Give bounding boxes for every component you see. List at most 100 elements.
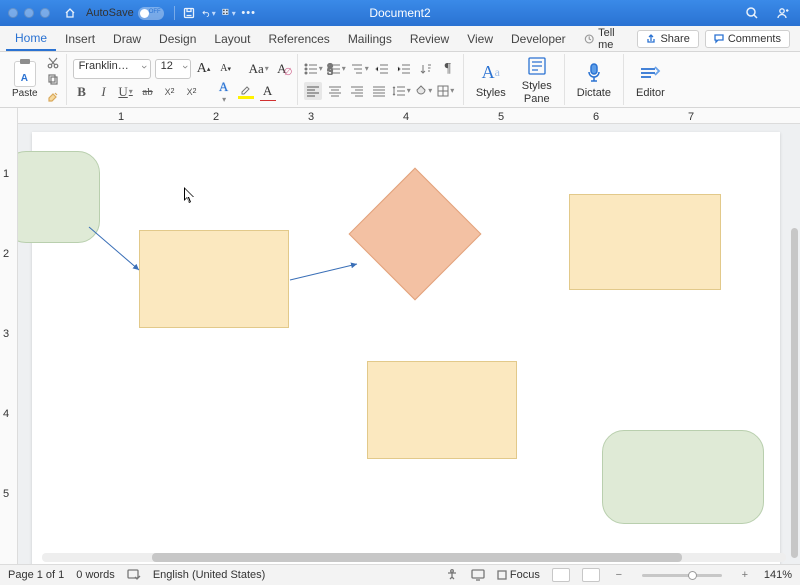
search-icon[interactable] [745, 6, 759, 20]
group-paragraph: ▾ 123▾ ▾ ¶ ▾ ▾ ▾ [298, 54, 464, 105]
shading-icon[interactable]: ▾ [415, 82, 433, 100]
separator [174, 6, 175, 20]
horizontal-scrollbar[interactable] [42, 553, 786, 562]
tab-design[interactable]: Design [150, 26, 205, 51]
underline-button[interactable]: U▾ [117, 83, 135, 101]
hruler-tick: 5 [498, 111, 504, 123]
tab-layout[interactable]: Layout [205, 26, 259, 51]
cut-icon[interactable] [46, 56, 60, 70]
accessibility-icon[interactable] [445, 568, 459, 582]
tell-me-label: Tell me [598, 27, 628, 51]
microphone-icon [585, 61, 603, 85]
qat-more-icon[interactable]: ••• [242, 6, 256, 20]
vruler-tick: 3 [3, 328, 9, 340]
decrease-indent-icon[interactable] [373, 60, 391, 78]
zoom-in-icon[interactable]: + [738, 568, 752, 582]
document-area[interactable]: 1 2 3 4 5 6 7 [18, 108, 800, 564]
line-spacing-icon[interactable]: ▾ [392, 82, 411, 100]
paste-button[interactable]: A Paste [12, 61, 38, 99]
hruler-tick: 2 [213, 111, 219, 123]
change-case-icon[interactable]: Aa▾ [249, 60, 269, 78]
titlebar: AutoSave OFF ▾ ▾ ••• Document2 [0, 0, 800, 26]
vertical-scrollbar[interactable] [791, 228, 798, 558]
font-color-icon[interactable]: A [259, 83, 277, 101]
align-center-icon[interactable] [326, 82, 344, 100]
page-status[interactable]: Page 1 of 1 [8, 569, 64, 581]
borders-icon[interactable]: ▾ [437, 82, 455, 100]
italic-button[interactable]: I [95, 83, 113, 101]
justify-icon[interactable] [370, 82, 388, 100]
dictate-button[interactable]: Dictate [571, 61, 617, 99]
share-button[interactable]: Share [637, 30, 698, 48]
styles-button[interactable]: Aa Styles [470, 61, 512, 99]
qat-grid-icon[interactable]: ▾ [222, 6, 236, 20]
zoom-thumb[interactable] [688, 571, 697, 580]
hscroll-thumb[interactable] [152, 553, 682, 562]
tell-me[interactable]: Tell me [575, 26, 638, 51]
clipboard-icon: A [14, 61, 36, 87]
spellcheck-icon[interactable] [127, 568, 141, 582]
undo-icon[interactable]: ▾ [202, 6, 216, 20]
horizontal-ruler[interactable]: 1 2 3 4 5 6 7 [18, 108, 800, 124]
editor-button[interactable]: Editor [630, 61, 671, 99]
display-settings-icon[interactable] [471, 568, 485, 582]
font-name-value: Franklin Go... [79, 60, 145, 72]
clear-formatting-icon[interactable]: A∅ [273, 60, 291, 78]
ribbon: A Paste Franklin Go... 12 A▴ A▾ Aa▾ A∅ B… [0, 52, 800, 108]
vertical-ruler[interactable]: 1 2 3 4 5 [0, 108, 18, 564]
bold-button[interactable]: B [73, 83, 91, 101]
autosave-toggle[interactable]: AutoSave OFF [86, 7, 164, 20]
paste-label: Paste [12, 88, 38, 99]
tab-mailings[interactable]: Mailings [339, 26, 401, 51]
zoom-window-icon[interactable] [40, 8, 50, 18]
multilevel-list-icon[interactable]: ▾ [350, 60, 369, 78]
show-marks-icon[interactable]: ¶ [439, 60, 457, 78]
hruler-tick: 3 [308, 111, 314, 123]
font-name-select[interactable]: Franklin Go... [73, 59, 151, 79]
page[interactable] [32, 132, 780, 564]
format-painter-icon[interactable] [46, 90, 60, 104]
align-left-icon[interactable] [304, 82, 322, 100]
language-status[interactable]: English (United States) [153, 569, 266, 581]
print-layout-view-icon[interactable] [552, 568, 570, 582]
zoom-out-icon[interactable]: − [612, 568, 626, 582]
subscript-button[interactable]: X2 [161, 83, 179, 101]
copy-icon[interactable] [46, 73, 60, 87]
increase-font-icon[interactable]: A▴ [195, 60, 213, 78]
font-size-select[interactable]: 12 [155, 59, 191, 79]
zoom-level[interactable]: 141% [764, 569, 792, 581]
share-presence-icon[interactable] [775, 6, 789, 20]
save-icon[interactable] [182, 6, 196, 20]
focus-mode[interactable]: Focus [497, 569, 540, 581]
word-count[interactable]: 0 words [76, 569, 115, 581]
styles-label: Styles [476, 87, 506, 99]
zoom-slider[interactable] [642, 574, 722, 577]
vruler-tick: 5 [3, 488, 9, 500]
home-icon[interactable] [63, 6, 77, 20]
connector-arrows[interactable] [32, 132, 792, 532]
decrease-font-icon[interactable]: A▾ [217, 60, 235, 78]
web-layout-view-icon[interactable] [582, 568, 600, 582]
sort-icon[interactable] [417, 60, 435, 78]
highlight-color-icon[interactable] [237, 83, 255, 101]
tab-insert[interactable]: Insert [56, 26, 104, 51]
align-right-icon[interactable] [348, 82, 366, 100]
strikethrough-button[interactable]: ab [139, 83, 157, 101]
autosave-switch[interactable]: OFF [138, 7, 164, 20]
minimize-window-icon[interactable] [24, 8, 34, 18]
tab-draw[interactable]: Draw [104, 26, 150, 51]
tab-review[interactable]: Review [401, 26, 458, 51]
comments-button[interactable]: Comments [705, 30, 790, 48]
close-window-icon[interactable] [8, 8, 18, 18]
font-size-value: 12 [161, 60, 173, 72]
text-effects-icon[interactable]: A▾ [215, 83, 233, 101]
numbered-list-icon[interactable]: 123▾ [327, 60, 346, 78]
superscript-button[interactable]: X2 [183, 83, 201, 101]
tab-home[interactable]: Home [6, 26, 56, 51]
bullet-list-icon[interactable]: ▾ [304, 60, 323, 78]
tab-view[interactable]: View [458, 26, 502, 51]
tab-developer[interactable]: Developer [502, 26, 575, 51]
tab-references[interactable]: References [259, 26, 338, 51]
increase-indent-icon[interactable] [395, 60, 413, 78]
styles-pane-button[interactable]: Styles Pane [516, 54, 558, 104]
